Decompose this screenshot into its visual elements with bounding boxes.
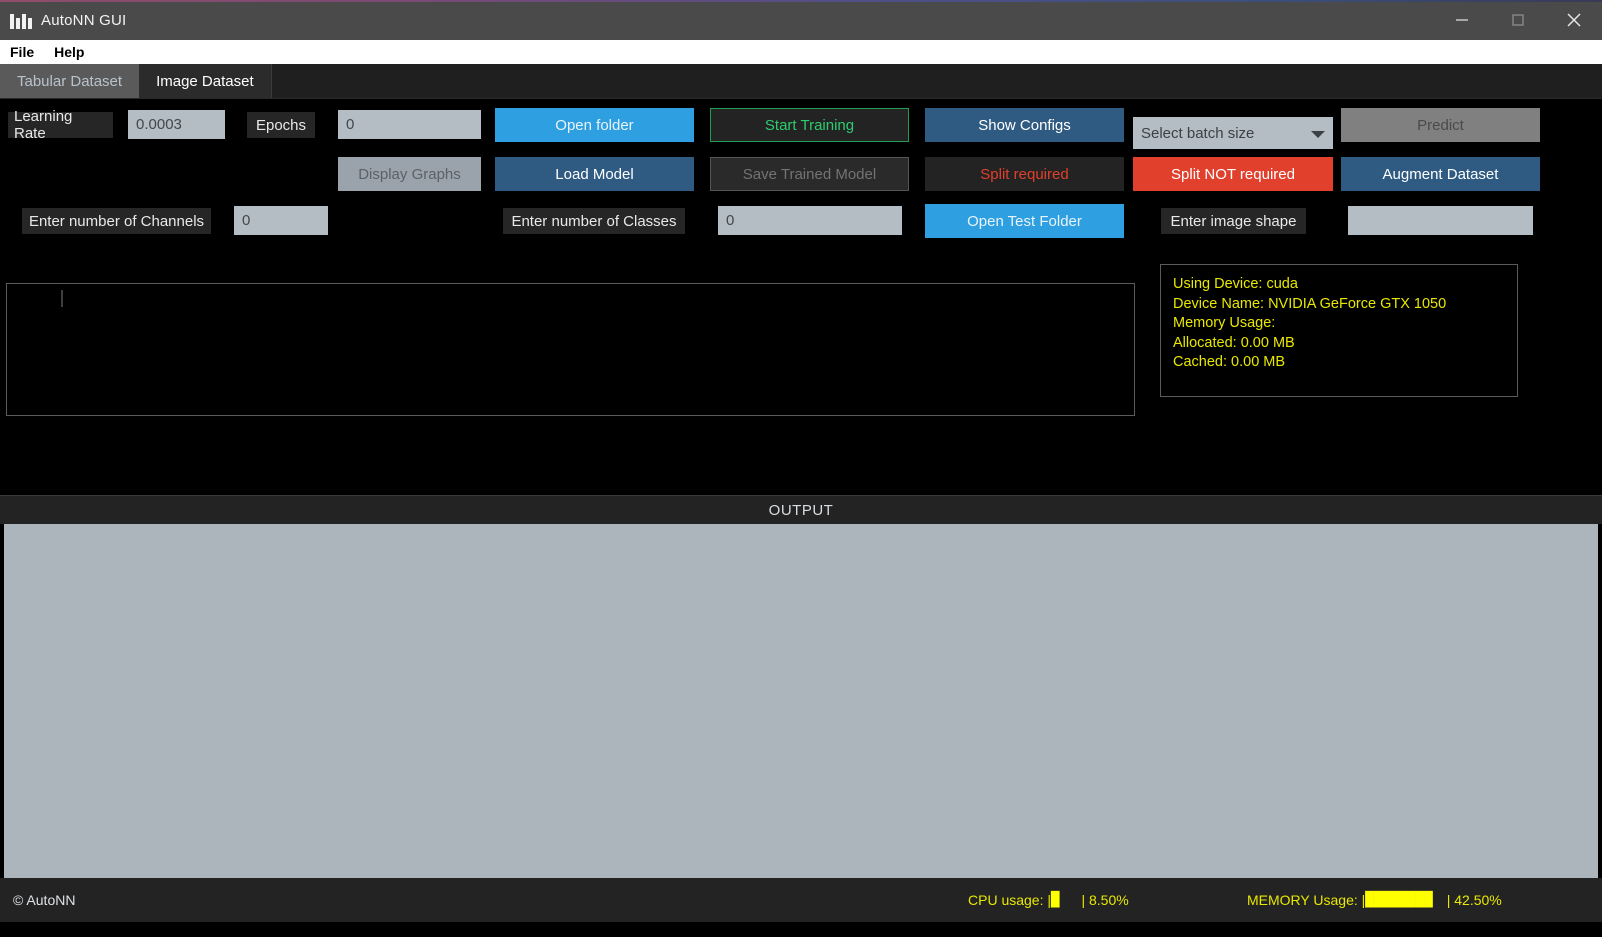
log-panel[interactable] — [6, 283, 1135, 416]
output-text-area[interactable] — [4, 524, 1598, 878]
open-test-folder-button[interactable]: Open Test Folder — [925, 204, 1124, 238]
text-caret — [61, 290, 63, 307]
menu-help[interactable]: Help — [54, 44, 84, 60]
menu-bar: File Help — [0, 40, 1602, 64]
output-header: OUTPUT — [0, 495, 1602, 524]
save-trained-model-button[interactable]: Save Trained Model — [710, 157, 909, 191]
open-folder-button[interactable]: Open folder — [495, 108, 694, 142]
maximize-icon[interactable] — [1490, 0, 1546, 40]
window-controls — [1434, 0, 1602, 40]
device-info-line: Device Name: NVIDIA GeForce GTX 1050 — [1173, 295, 1447, 312]
panels-row: Using Device: cuda Device Name: NVIDIA G… — [0, 255, 1602, 495]
learning-rate-input[interactable]: 0.0003 — [128, 110, 225, 139]
split-not-required-button[interactable]: Split NOT required — [1133, 157, 1333, 191]
tab-bar: Tabular Dataset Image Dataset — [0, 64, 1602, 99]
device-info-line: Allocated: 0.00 MB — [1173, 334, 1295, 351]
close-icon[interactable] — [1546, 0, 1602, 40]
batch-size-select[interactable]: Select batch size — [1133, 117, 1333, 149]
device-info-line: Memory Usage: — [1173, 315, 1276, 331]
cpu-usage-bar: █ — [1051, 892, 1060, 908]
cpu-usage-percent: | 8.50% — [1081, 892, 1129, 908]
copyright-label: © AutoNN — [13, 892, 76, 908]
status-bar: © AutoNN CPU usage: | █ | 8.50% MEMORY U… — [0, 878, 1602, 922]
menu-file[interactable]: File — [10, 44, 34, 60]
tab-filler — [270, 64, 1602, 98]
display-graphs-button[interactable]: Display Graphs — [338, 157, 481, 191]
title-bar: AutoNN GUI — [0, 0, 1602, 40]
memory-usage-bar: ████████ — [1365, 892, 1433, 908]
epochs-input[interactable]: 0 — [338, 110, 481, 139]
predict-button[interactable]: Predict — [1341, 108, 1540, 142]
cpu-usage-label: CPU usage: | — [968, 892, 1052, 908]
window-title: AutoNN GUI — [41, 11, 127, 29]
channels-label: Enter number of Channels — [22, 208, 211, 234]
image-shape-label: Enter image shape — [1161, 208, 1306, 234]
device-info-line: Using Device: cuda — [1173, 276, 1298, 292]
augment-dataset-button[interactable]: Augment Dataset — [1341, 157, 1540, 191]
chevron-down-icon — [1311, 131, 1325, 138]
accent-strip — [0, 0, 1602, 2]
learning-rate-label: Learning Rate — [8, 108, 113, 142]
memory-usage-percent: | 42.50% — [1446, 892, 1502, 908]
memory-usage-indicator: MEMORY Usage: | ████████ | 42.50% — [1247, 892, 1502, 908]
epochs-label: Epochs — [247, 112, 315, 138]
minimize-icon[interactable] — [1434, 0, 1490, 40]
split-required-button[interactable]: Split required — [925, 157, 1124, 191]
tab-image-dataset[interactable]: Image Dataset — [139, 64, 271, 98]
tab-tabular-dataset[interactable]: Tabular Dataset — [0, 64, 140, 98]
memory-usage-label: MEMORY Usage: | — [1247, 892, 1366, 908]
cpu-usage-indicator: CPU usage: | █ | 8.50% — [968, 892, 1129, 908]
classes-input[interactable]: 0 — [718, 206, 902, 235]
show-configs-button[interactable]: Show Configs — [925, 108, 1124, 142]
controls-panel: Learning Rate 0.0003 Epochs 0 Open folde… — [0, 99, 1602, 255]
device-info-line: Cached: 0.00 MB — [1173, 354, 1286, 370]
channels-input[interactable]: 0 — [234, 206, 328, 235]
classes-label: Enter number of Classes — [503, 208, 685, 234]
start-training-button[interactable]: Start Training — [710, 108, 909, 142]
image-shape-input[interactable] — [1348, 206, 1533, 235]
batch-size-selected-value: Select batch size — [1141, 124, 1255, 142]
device-info-panel: Using Device: cuda Device Name: NVIDIA G… — [1160, 264, 1518, 397]
nn-logo-icon — [10, 12, 32, 29]
load-model-button[interactable]: Load Model — [495, 157, 694, 191]
